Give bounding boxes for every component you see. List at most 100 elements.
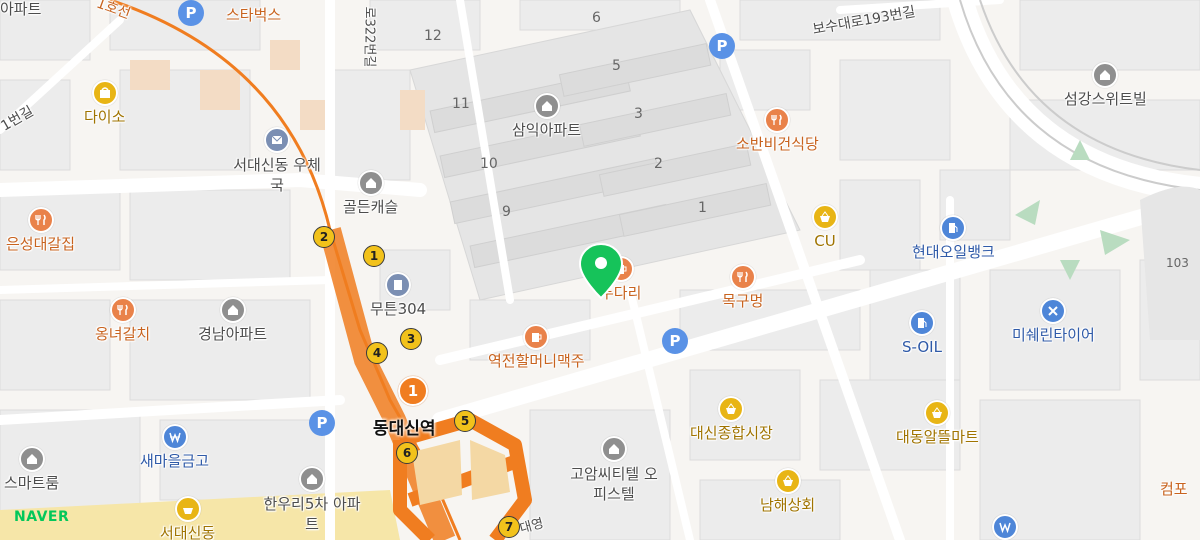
building-icon	[601, 436, 627, 462]
poi-label: 목구멍	[722, 292, 764, 310]
poi-goam-citytel[interactable]: 고암씨티텔 오피스텔	[564, 436, 664, 504]
map-canvas[interactable]: 1호선 로322번길 보수대로193번길 1번길 대영 12 6 5 11 3 …	[0, 0, 1200, 540]
subway-exit-badge[interactable]: 1	[363, 245, 385, 267]
poi-label: 서대신동 우체국	[233, 156, 321, 194]
subway-exit-badge[interactable]: 7	[498, 516, 520, 538]
poi-label: 무튼304	[370, 300, 427, 318]
beer-icon	[523, 324, 550, 350]
station-name[interactable]: 동대신역	[373, 414, 436, 439]
building-icon	[219, 297, 246, 323]
poi-label: 아파트	[0, 0, 42, 18]
poi-label: 고암씨티텔 오피스텔	[570, 465, 658, 503]
basket-icon	[924, 400, 951, 426]
poi-label: 남해상회	[760, 496, 816, 514]
poi-label: 대신종합시장	[690, 424, 773, 442]
poi-seomgang-suite[interactable]: 섬강스위트빌	[1064, 62, 1147, 108]
building-number: 11	[452, 96, 470, 112]
poi-smartroom[interactable]: 스마트룸	[4, 446, 59, 492]
building-number: 9	[502, 204, 511, 220]
subway-exit-badge[interactable]: 5	[454, 410, 476, 432]
poi-mutun304[interactable]: 무튼304	[370, 272, 426, 318]
utensils-icon	[729, 264, 756, 290]
poi-hanuri-apartment[interactable]: 한우리5차 아파트	[262, 466, 362, 534]
poi-mokgumeong[interactable]: 목구멍	[722, 264, 763, 310]
basket-icon	[718, 396, 745, 422]
building-number: 3	[634, 106, 643, 122]
poi-label: 컴포	[1160, 480, 1188, 498]
poi-samik-apartment[interactable]: 삼익아파트	[512, 93, 581, 139]
poi-label: 미쉐린타이어	[1012, 326, 1095, 344]
poi-michelin-tire[interactable]: 미쉐린타이어	[1012, 298, 1095, 344]
bank-icon	[992, 514, 1018, 540]
poi-namhae-sanghoe[interactable]: 남해상회	[760, 468, 815, 514]
shopping-bag-icon	[91, 80, 118, 106]
subway-exit-badge[interactable]: 4	[366, 342, 388, 364]
poi-label: 소반비건식당	[736, 135, 819, 153]
poi-ongnyeo-galchi[interactable]: 옹녀갈치	[95, 297, 150, 343]
poi-eunseong-daegal[interactable]: 은성대갈집	[6, 207, 75, 253]
basket-icon	[812, 204, 838, 230]
post-office-icon	[264, 127, 290, 153]
building-number: 1	[698, 200, 707, 216]
poi-hyundai-oilbank[interactable]: 현대오일뱅크	[912, 215, 995, 261]
gas-station-icon	[940, 215, 967, 241]
parking-icon[interactable]: P	[662, 328, 688, 354]
poi-post-office[interactable]: 서대신동 우체국	[232, 127, 322, 195]
building-number: 103	[1166, 256, 1189, 270]
poi-cu[interactable]: CU	[812, 204, 838, 250]
poi-daedong-mart[interactable]: 대동알뜰마트	[896, 400, 979, 446]
subway-exit-badge[interactable]: 2	[313, 226, 335, 248]
poi-label: 골든캐슬	[343, 198, 399, 216]
naver-logo: NAVER	[14, 509, 70, 525]
poi-label: 다이소	[84, 108, 126, 126]
building-number: 12	[424, 28, 442, 44]
utensils-icon	[27, 207, 54, 233]
poi-seodaesin-dong[interactable]: 서대신동	[160, 496, 215, 540]
street-label: 로322번길	[361, 6, 377, 68]
building-icon	[18, 446, 45, 472]
poi-s-oil[interactable]: S-OIL	[902, 310, 942, 356]
poi-daesin-market[interactable]: 대신종합시장	[690, 396, 773, 442]
parking-icon[interactable]: P	[309, 410, 335, 436]
utensils-icon	[109, 297, 136, 323]
building-number: 2	[654, 156, 663, 172]
poi-gyeongnam-apartment[interactable]: 경남아파트	[198, 297, 267, 343]
building-icon	[533, 93, 560, 119]
poi-label: 현대오일뱅크	[912, 243, 995, 261]
building-icon	[357, 170, 384, 196]
utensils-icon	[764, 107, 791, 133]
poi-daiso[interactable]: 다이소	[84, 80, 125, 126]
poi-saemaeul-bank[interactable]: 새마을금고	[140, 424, 209, 470]
building-icon	[1092, 62, 1119, 88]
building-icon	[385, 272, 412, 298]
parking-icon[interactable]: P	[709, 33, 735, 59]
poi-soban-vegan[interactable]: 소반비건식당	[736, 107, 819, 153]
poi-golden-castle[interactable]: 골든캐슬	[343, 170, 398, 216]
poi-label: 대동알뜰마트	[896, 428, 979, 446]
poi-label: 경남아파트	[198, 325, 268, 343]
wrench-icon	[1040, 298, 1067, 324]
building-number: 6	[592, 10, 601, 26]
poi-yeokjeon-beer[interactable]: 역전할머니맥주	[488, 324, 585, 370]
location-marker-icon[interactable]	[578, 242, 624, 300]
building-number: 10	[480, 156, 498, 172]
poi-label: 스마트룸	[4, 474, 60, 492]
poi-label: 삼익아파트	[512, 121, 582, 139]
subway-line-badge[interactable]: 1	[398, 376, 428, 406]
bank-poi[interactable]	[992, 514, 1018, 540]
building-icon	[299, 466, 325, 492]
poi-label: 한우리5차 아파트	[263, 495, 361, 533]
poi-label: CU	[814, 232, 836, 250]
poi-label: 역전할머니맥주	[488, 352, 585, 370]
subway-exit-badge[interactable]: 6	[396, 442, 418, 464]
gas-station-icon	[908, 310, 935, 336]
basket-icon	[174, 496, 201, 522]
poi-label: 새마을금고	[140, 452, 210, 470]
poi-label: 스타벅스	[226, 6, 282, 24]
poi-label: 섬강스위트빌	[1064, 90, 1147, 108]
poi-label: 서대신동	[160, 524, 216, 540]
parking-icon[interactable]: P	[178, 0, 204, 26]
subway-exit-badge[interactable]: 3	[400, 328, 422, 350]
basket-icon	[774, 468, 801, 494]
poi-starbucks[interactable]: 스타벅스	[226, 0, 281, 24]
